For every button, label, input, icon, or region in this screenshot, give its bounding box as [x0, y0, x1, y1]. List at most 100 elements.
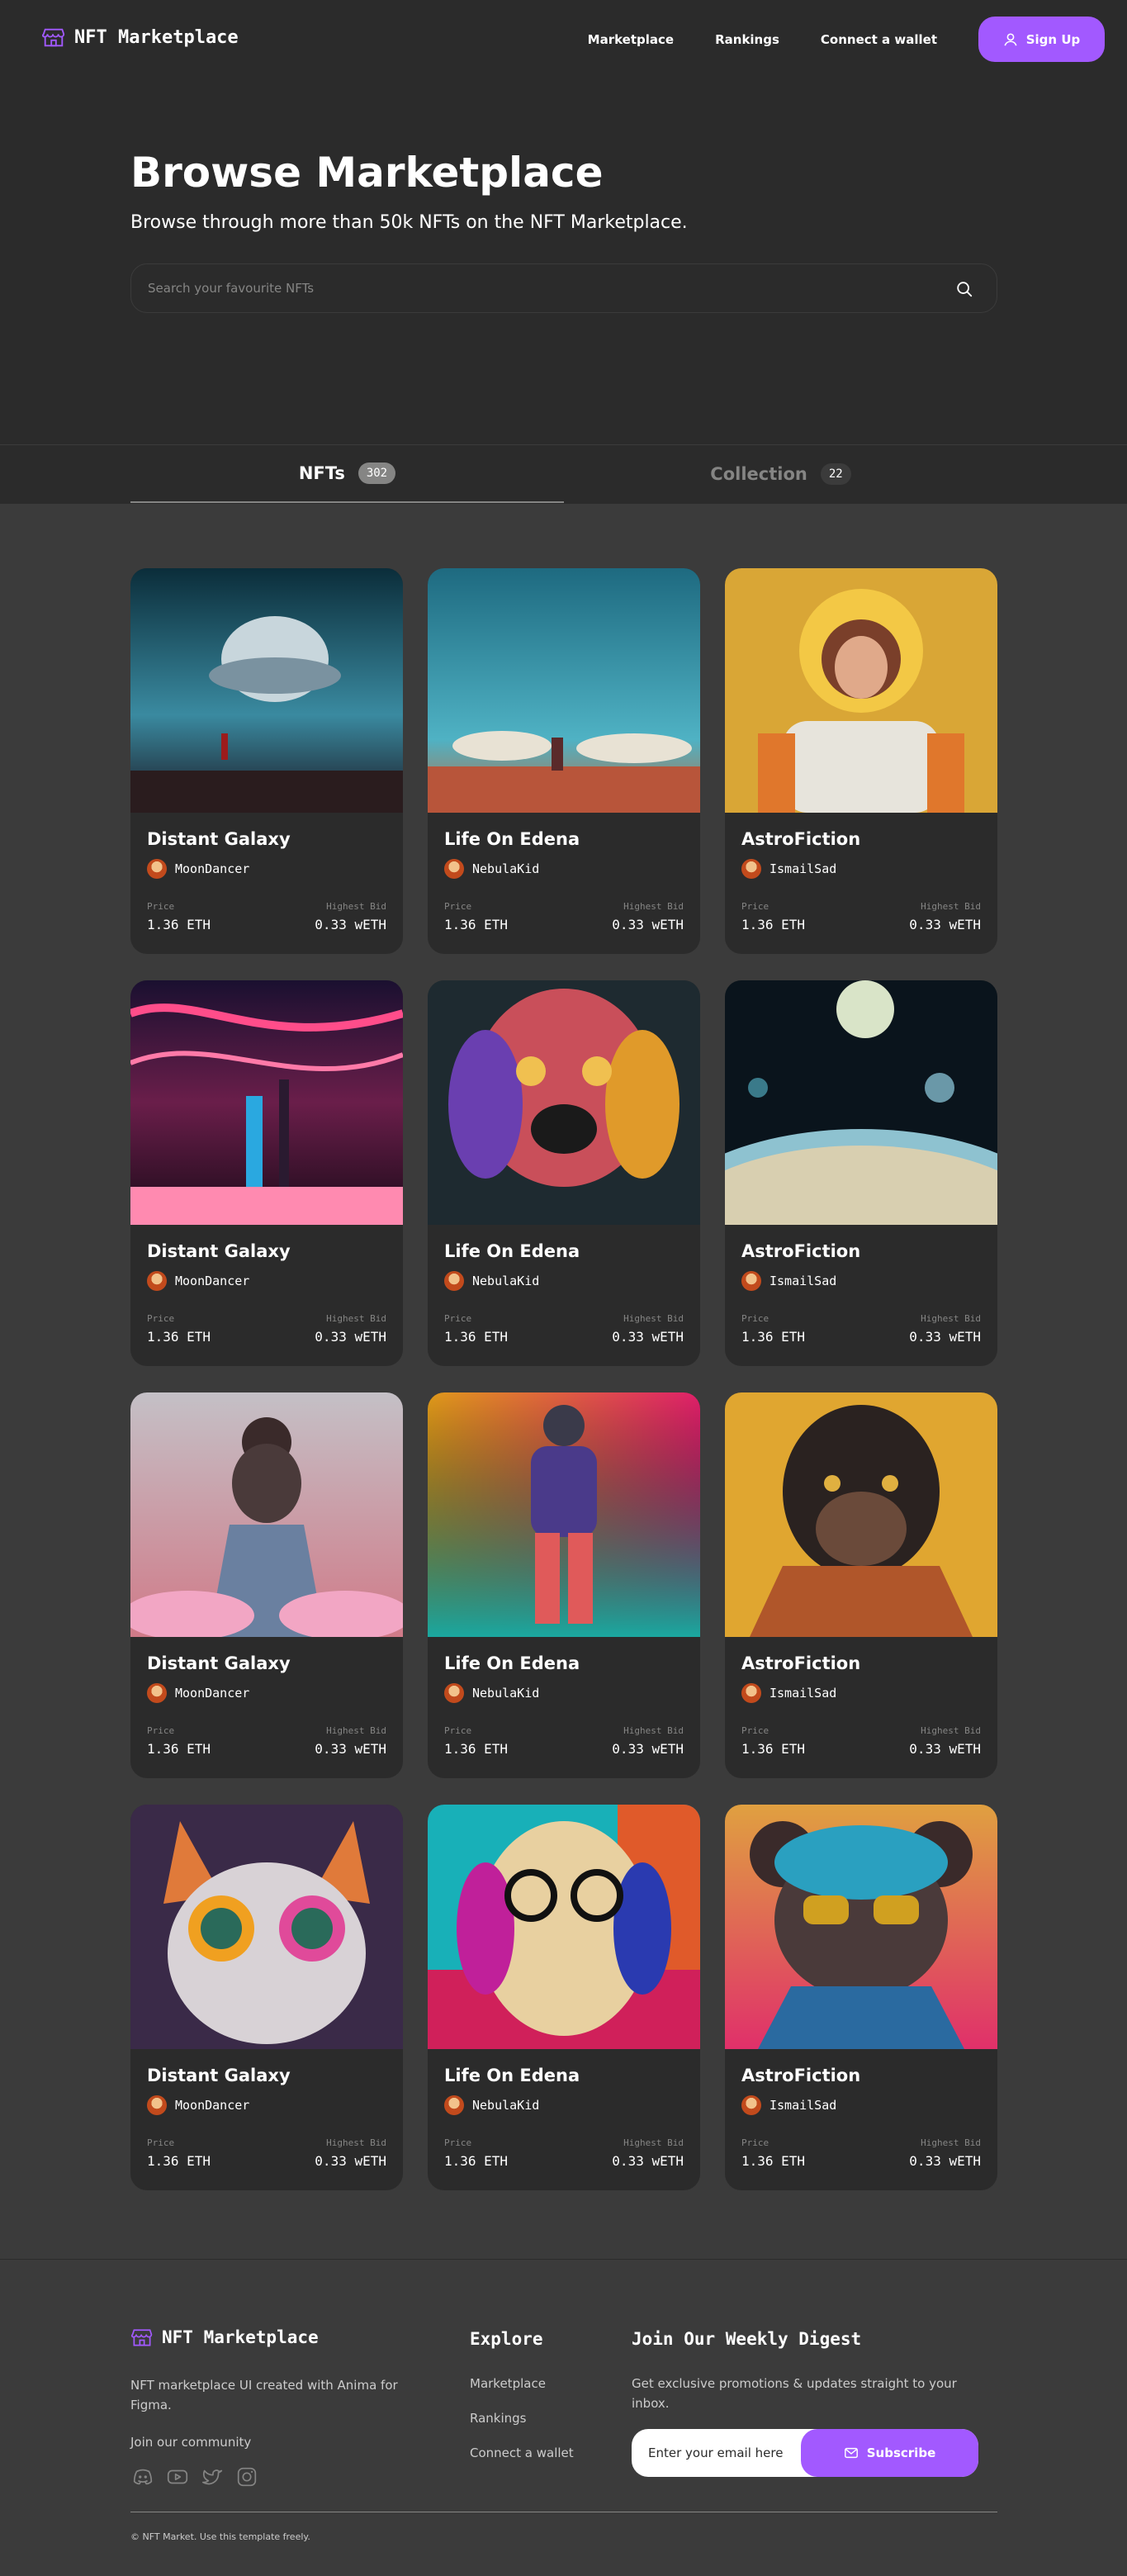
price-label: Price [444, 1313, 472, 1324]
nft-card[interactable]: AstroFiction IsmailSad Price 1.36 ETH Hi… [725, 980, 997, 1366]
price-value: 1.36 ETH [147, 1329, 211, 1345]
nft-artist[interactable]: MoonDancer [147, 1683, 249, 1703]
nft-card[interactable]: Distant Galaxy MoonDancer Price 1.36 ETH… [130, 1805, 403, 2190]
footer-brand: NFT Marketplace [162, 2327, 319, 2347]
price-value: 1.36 ETH [147, 917, 211, 932]
price-value: 1.36 ETH [741, 1741, 806, 1757]
tab-nfts-count: 302 [358, 463, 396, 484]
nav-link-marketplace[interactable]: Marketplace [588, 32, 674, 47]
price-value: 1.36 ETH [741, 1329, 806, 1345]
price-value: 1.36 ETH [147, 1741, 211, 1757]
avatar [147, 1683, 167, 1703]
nft-artist[interactable]: IsmailSad [741, 1271, 836, 1291]
footer-link-connect-wallet[interactable]: Connect a wallet [470, 2446, 574, 2460]
bid-value: 0.33 wETH [612, 1329, 684, 1345]
nft-artist[interactable]: NebulaKid [444, 2095, 539, 2115]
nav-link-connect-wallet[interactable]: Connect a wallet [821, 32, 937, 47]
bid-label: Highest Bid [921, 901, 981, 912]
explore-heading: Explore [470, 2329, 543, 2349]
nft-artwork [428, 568, 700, 813]
nft-card[interactable]: Life On Edena NebulaKid Price 1.36 ETH H… [428, 1805, 700, 2190]
nft-card[interactable]: Life On Edena NebulaKid Price 1.36 ETH H… [428, 568, 700, 954]
nft-title: Distant Galaxy [147, 1653, 291, 1673]
nft-artist[interactable]: IsmailSad [741, 1683, 836, 1703]
avatar [741, 1271, 761, 1291]
user-icon [1004, 32, 1017, 45]
artist-name: IsmailSad [769, 2098, 837, 2113]
subscribe-label: Subscribe [866, 2446, 936, 2460]
bid-label: Highest Bid [623, 901, 684, 912]
price-label: Price [741, 901, 769, 912]
nft-artwork [725, 1392, 997, 1637]
subscribe-text: Get exclusive promotions & updates strai… [632, 2376, 957, 2411]
bid-label: Highest Bid [921, 1313, 981, 1324]
nft-card[interactable]: Life On Edena NebulaKid Price 1.36 ETH H… [428, 1392, 700, 1778]
avatar [444, 1271, 464, 1291]
bid-label: Highest Bid [326, 1725, 386, 1736]
bid-value: 0.33 wETH [612, 2153, 684, 2169]
nft-title: AstroFiction [741, 1241, 861, 1261]
nft-artist[interactable]: MoonDancer [147, 2095, 249, 2115]
bid-value: 0.33 wETH [909, 1741, 981, 1757]
nft-card[interactable]: Distant Galaxy MoonDancer Price 1.36 ETH… [130, 568, 403, 954]
avatar [741, 1683, 761, 1703]
artist-name: NebulaKid [472, 2098, 540, 2113]
price-label: Price [147, 1313, 175, 1324]
avatar [147, 2095, 167, 2115]
nav-links: Marketplace Rankings Connect a wallet Si… [588, 17, 1105, 62]
bid-label: Highest Bid [326, 901, 386, 912]
price-value: 1.36 ETH [147, 2153, 211, 2169]
tab-collection[interactable]: Collection 22 [564, 445, 997, 503]
nft-artist[interactable]: IsmailSad [741, 2095, 836, 2115]
email-field[interactable] [648, 2429, 805, 2477]
subscribe-button[interactable]: Subscribe [801, 2429, 978, 2477]
nft-card[interactable]: Distant Galaxy MoonDancer Price 1.36 ETH… [130, 1392, 403, 1778]
storefront-icon [130, 2329, 153, 2346]
nft-artist[interactable]: MoonDancer [147, 859, 249, 879]
nft-artist[interactable]: IsmailSad [741, 859, 836, 879]
price-label: Price [147, 1725, 175, 1736]
twitter-icon[interactable] [200, 2465, 225, 2489]
avatar [444, 859, 464, 879]
price-value: 1.36 ETH [444, 1329, 509, 1345]
price-label: Price [444, 1725, 472, 1736]
discord-icon[interactable] [130, 2465, 155, 2489]
price-value: 1.36 ETH [444, 2153, 509, 2169]
artist-name: MoonDancer [175, 861, 250, 876]
sign-up-button[interactable]: Sign Up [978, 17, 1105, 62]
artist-name: IsmailSad [769, 1274, 837, 1288]
youtube-icon[interactable] [165, 2465, 190, 2489]
nft-artist[interactable]: NebulaKid [444, 1271, 539, 1291]
nft-card[interactable]: AstroFiction IsmailSad Price 1.36 ETH Hi… [725, 1392, 997, 1778]
nft-artist[interactable]: MoonDancer [147, 1271, 249, 1291]
nft-card[interactable]: Distant Galaxy MoonDancer Price 1.36 ETH… [130, 980, 403, 1366]
bid-label: Highest Bid [623, 1313, 684, 1324]
search-icon[interactable] [955, 280, 973, 298]
nft-artist[interactable]: NebulaKid [444, 859, 539, 879]
bid-label: Highest Bid [921, 1725, 981, 1736]
navbar: NFT Marketplace Marketplace Rankings Con… [0, 0, 1127, 78]
nft-card[interactable]: Life On Edena NebulaKid Price 1.36 ETH H… [428, 980, 700, 1366]
price-label: Price [444, 2137, 472, 2148]
artist-name: MoonDancer [175, 1274, 250, 1288]
search-input[interactable] [148, 264, 891, 312]
instagram-icon[interactable] [234, 2465, 259, 2489]
footer-description: NFT marketplace UI created with Anima fo… [130, 2378, 398, 2412]
bid-value: 0.33 wETH [315, 917, 386, 932]
nft-artist[interactable]: NebulaKid [444, 1683, 539, 1703]
logo[interactable]: NFT Marketplace [41, 25, 239, 50]
footer-link-marketplace[interactable]: Marketplace [470, 2376, 546, 2391]
envelope-icon [844, 2447, 858, 2459]
bid-value: 0.33 wETH [315, 1741, 386, 1757]
tab-collection-count: 22 [820, 463, 851, 485]
bid-label: Highest Bid [326, 1313, 386, 1324]
nft-card[interactable]: AstroFiction IsmailSad Price 1.36 ETH Hi… [725, 568, 997, 954]
price-label: Price [741, 2137, 769, 2148]
price-value: 1.36 ETH [741, 917, 806, 932]
footer-link-rankings[interactable]: Rankings [470, 2411, 527, 2426]
price-value: 1.36 ETH [741, 2153, 806, 2169]
nft-card[interactable]: AstroFiction IsmailSad Price 1.36 ETH Hi… [725, 1805, 997, 2190]
footer-logo[interactable]: NFT Marketplace [130, 2326, 319, 2349]
tab-nfts[interactable]: NFTs 302 [130, 445, 564, 503]
nav-link-rankings[interactable]: Rankings [715, 32, 779, 47]
